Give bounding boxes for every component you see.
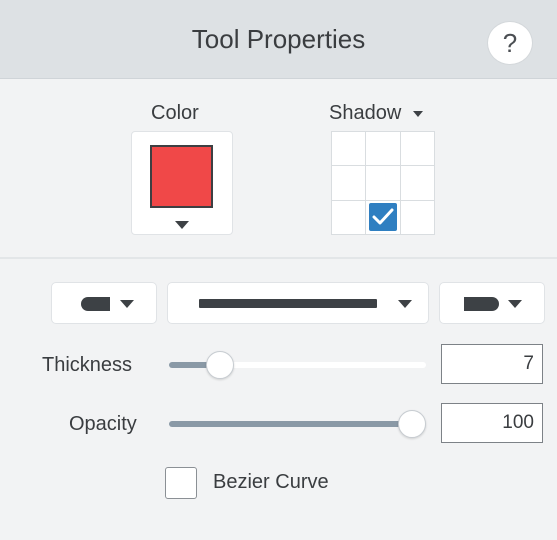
tool-properties-panel: Tool Properties ? Color Shadow Thickness… bbox=[0, 0, 557, 540]
shadow-cell-top-left[interactable] bbox=[332, 132, 366, 166]
shadow-cell-middle-right[interactable] bbox=[400, 166, 434, 200]
panel-header: Tool Properties ? bbox=[0, 0, 557, 79]
shadow-cell-bottom-left[interactable] bbox=[332, 200, 366, 234]
rounded-cap-icon bbox=[81, 297, 134, 311]
shadow-cell-top-center[interactable] bbox=[366, 132, 400, 166]
color-swatch bbox=[150, 145, 213, 208]
opacity-slider-thumb[interactable] bbox=[398, 410, 426, 438]
shadow-cell-top-right[interactable] bbox=[400, 132, 434, 166]
opacity-slider-fill bbox=[169, 421, 412, 427]
end-cap-dropdown[interactable] bbox=[439, 282, 545, 324]
shadow-cell-bottom-center[interactable] bbox=[366, 200, 400, 234]
bezier-curve-checkbox[interactable] bbox=[165, 467, 197, 499]
opacity-slider-track[interactable] bbox=[169, 421, 426, 427]
check-icon bbox=[368, 203, 397, 232]
thickness-input[interactable] bbox=[441, 344, 543, 384]
chevron-down-icon bbox=[175, 221, 189, 229]
thickness-slider-thumb[interactable] bbox=[205, 351, 234, 379]
shadow-cell-middle-center[interactable] bbox=[366, 166, 400, 200]
help-button[interactable]: ? bbox=[487, 21, 533, 65]
thickness-label: Thickness bbox=[42, 354, 133, 376]
bezier-curve-label: Bezier Curve bbox=[213, 471, 329, 493]
shadow-label[interactable]: Shadow bbox=[329, 102, 423, 125]
color-label: Color bbox=[151, 102, 199, 124]
shadow-position-grid bbox=[331, 131, 435, 235]
shadow-cell-middle-left[interactable] bbox=[332, 166, 366, 200]
color-picker-button[interactable] bbox=[131, 131, 233, 235]
start-cap-dropdown[interactable] bbox=[51, 282, 157, 324]
shadow-dropdown-icon bbox=[412, 110, 423, 117]
shadow-cell-bottom-right[interactable] bbox=[400, 200, 434, 234]
shadow-label-text: Shadow bbox=[329, 102, 402, 124]
solid-line-icon bbox=[199, 299, 412, 308]
opacity-input[interactable] bbox=[441, 403, 543, 443]
line-style-dropdown[interactable] bbox=[167, 282, 429, 324]
opacity-label: Opacity bbox=[69, 413, 137, 435]
panel-title: Tool Properties bbox=[191, 24, 366, 54]
section-divider bbox=[0, 257, 557, 259]
arrow-cap-icon bbox=[464, 297, 522, 311]
